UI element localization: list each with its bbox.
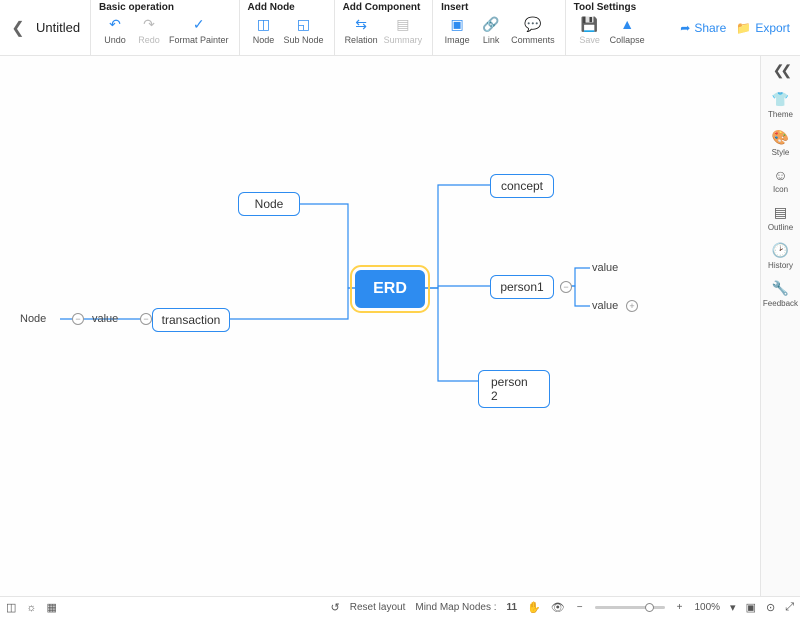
history-panel-button[interactable]: 🕑History (762, 238, 800, 274)
dark-mode-icon[interactable]: ☼ (26, 602, 36, 614)
ribbon-add-node: Add Node ◫Node ◱Sub Node (239, 0, 334, 55)
back-button[interactable]: ❮ (6, 18, 30, 38)
ribbon-tool-settings: Tool Settings 💾Save ▲Collapse (565, 0, 655, 55)
ribbon-title-insert: Insert (441, 2, 557, 15)
zoom-percent: 100% (694, 602, 720, 613)
feedback-icon: 🔧 (772, 280, 789, 297)
status-bar: ◫ ☼ ▦ ↺ Reset layout Mind Map Nodes : 11… (0, 596, 800, 618)
summary-icon: ▤ (394, 15, 412, 33)
image-icon: ▣ (448, 15, 466, 33)
zoom-slider-knob[interactable] (645, 603, 654, 612)
relation-button[interactable]: ⇆Relation (343, 15, 380, 45)
undo-button[interactable]: ↶Undo (99, 15, 131, 45)
add-node-button[interactable]: ◫Node (248, 15, 280, 45)
format-painter-button[interactable]: ✓Format Painter (167, 15, 231, 45)
insert-link-button[interactable]: 🔗Link (475, 15, 507, 45)
outline-icon: ▤ (774, 204, 787, 221)
outline-panel-button[interactable]: ▤Outline (762, 200, 800, 236)
node-person2[interactable]: person 2 (478, 370, 550, 408)
presentation-mode-icon[interactable]: ◫ (6, 601, 16, 614)
leaf-value-label[interactable]: value (92, 313, 118, 325)
ribbon-title-add-node: Add Node (248, 2, 326, 15)
summary-button[interactable]: ▤Summary (382, 15, 425, 45)
app-header: ❮ Untitled Basic operation ↶Undo ↷Redo ✓… (0, 0, 800, 56)
document-title[interactable]: Untitled (30, 20, 90, 35)
collapse-toggle-person1[interactable]: − (560, 281, 572, 293)
add-subnode-button[interactable]: ◱Sub Node (282, 15, 326, 45)
redo-button[interactable]: ↷Redo (133, 15, 165, 45)
collapse-button[interactable]: ▲Collapse (608, 15, 647, 45)
share-button[interactable]: ➦Share (680, 21, 726, 35)
root-node-erd[interactable]: ERD (355, 270, 425, 308)
right-sidebar: ❮❮ 👕Theme 🎨Style ☺Icon ▤Outline 🕑History… (760, 56, 800, 596)
eye-preview-icon[interactable]: 👁 (551, 601, 565, 614)
collapse-toggle-transaction[interactable]: − (140, 313, 152, 325)
nodes-count-value: 11 (507, 602, 518, 613)
style-panel-button[interactable]: 🎨Style (762, 125, 800, 161)
add-sibling-button[interactable]: + (626, 300, 638, 312)
node-concept[interactable]: concept (490, 174, 554, 198)
nodes-count-label: Mind Map Nodes : (415, 602, 496, 613)
sidebar-collapse-button[interactable]: ❮❮ (773, 62, 788, 85)
theme-panel-button[interactable]: 👕Theme (762, 87, 800, 123)
leaf-node-label[interactable]: Node (20, 313, 46, 325)
zoom-in-button[interactable]: + (675, 602, 685, 613)
ribbon-title-tool: Tool Settings (574, 2, 647, 15)
node-person1[interactable]: person1 (490, 275, 554, 299)
connector-layer (0, 56, 760, 596)
history-icon: 🕑 (772, 242, 789, 259)
comments-icon: 💬 (524, 15, 542, 33)
export-icon: 📁 (736, 21, 751, 35)
fit-to-screen-icon[interactable]: ▣ (746, 601, 756, 614)
save-button[interactable]: 💾Save (574, 15, 606, 45)
smiley-icon: ☺ (773, 167, 787, 183)
icon-panel-button[interactable]: ☺Icon (762, 163, 800, 198)
ribbon-title-add-component: Add Component (343, 2, 425, 15)
link-icon: 🔗 (482, 15, 500, 33)
feedback-panel-button[interactable]: 🔧Feedback (762, 276, 800, 312)
ribbon-basic-operation: Basic operation ↶Undo ↷Redo ✓Format Pain… (90, 0, 239, 55)
leaf-person1-value1[interactable]: value (592, 262, 618, 274)
grid-mode-icon[interactable]: ▦ (47, 601, 57, 614)
mindmap-canvas[interactable]: ERD Node transaction − Node − value conc… (0, 56, 760, 596)
redo-icon: ↷ (140, 15, 158, 33)
ribbon-insert: Insert ▣Image 🔗Link 💬Comments (432, 0, 565, 55)
subnode-icon: ◱ (295, 15, 313, 33)
ribbon-add-component: Add Component ⇆Relation ▤Summary (334, 0, 433, 55)
hand-tool-icon[interactable]: ✋ (527, 601, 541, 614)
insert-comments-button[interactable]: 💬Comments (509, 15, 557, 45)
reset-layout-icon: ↺ (331, 601, 340, 614)
header-actions: ➦Share 📁Export (680, 21, 800, 35)
collapse-toggle-left[interactable]: − (72, 313, 84, 325)
ribbon-title-basic: Basic operation (99, 2, 231, 15)
node-node[interactable]: Node (238, 192, 300, 216)
zoom-dropdown-icon[interactable]: ▾ (730, 601, 736, 614)
undo-icon: ↶ (106, 15, 124, 33)
theme-icon: 👕 (772, 91, 789, 108)
save-icon: 💾 (581, 15, 599, 33)
export-button[interactable]: 📁Export (736, 21, 790, 35)
style-icon: 🎨 (772, 129, 789, 146)
zoom-out-button[interactable]: − (575, 602, 585, 613)
center-view-icon[interactable]: ⊙ (766, 601, 775, 614)
node-icon: ◫ (255, 15, 273, 33)
share-icon: ➦ (680, 21, 690, 35)
format-painter-icon: ✓ (190, 15, 208, 33)
relation-icon: ⇆ (352, 15, 370, 33)
leaf-person1-value2[interactable]: value (592, 300, 618, 312)
node-transaction[interactable]: transaction (152, 308, 230, 332)
zoom-slider[interactable] (595, 606, 665, 609)
reset-layout-button[interactable]: Reset layout (350, 602, 406, 613)
collapse-icon: ▲ (618, 15, 636, 33)
fullscreen-icon[interactable]: ⤢ (785, 601, 794, 614)
insert-image-button[interactable]: ▣Image (441, 15, 473, 45)
